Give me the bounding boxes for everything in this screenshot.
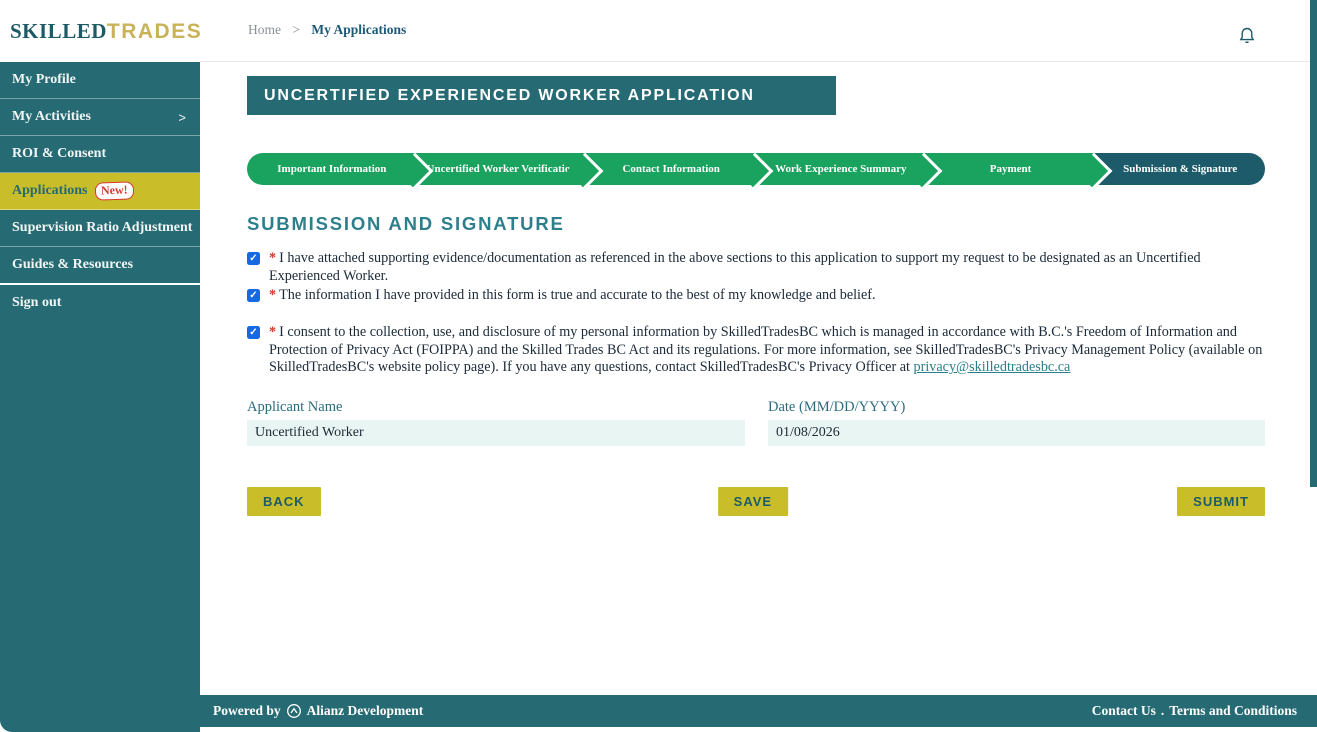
sidebar-item-label: Guides & Resources [12,257,133,273]
sidebar-item-supervision-ratio[interactable]: Supervision Ratio Adjustment [0,210,200,247]
step-important-information[interactable]: Important Information [247,153,417,185]
sidebar-item-label: My Profile [12,72,76,88]
footer-links-separator: . [1161,703,1164,719]
breadcrumb-separator: > [292,22,300,37]
sidebar-item-label: Supervision Ratio Adjustment [12,220,192,236]
consent-checkbox[interactable] [247,326,260,339]
application-title-banner: UNCERTIFIED EXPERIENCED WORKER APPLICATI… [247,76,836,115]
section-title: SUBMISSION AND SIGNATURE [247,213,565,235]
checkbox-row-evidence: *I have attached supporting evidence/doc… [247,250,1265,285]
company-name-text: Alianz Development [307,703,424,719]
notification-bell-icon[interactable] [1237,26,1257,46]
step-label: Work Experience Summary [775,163,906,175]
sidebar-item-roi-consent[interactable]: ROI & Consent [0,136,200,173]
sidebar-item-applications[interactable]: Applications New! [0,173,200,210]
chevron-right-icon: > [178,110,186,125]
step-work-experience-summary[interactable]: Work Experience Summary [756,153,926,185]
step-label: Important Information [277,163,386,175]
checkbox-text: *The information I have provided in this… [269,287,876,305]
brand-logo-primary: SKILLED [10,19,107,43]
application-title: UNCERTIFIED EXPERIENCED WORKER APPLICATI… [264,87,755,105]
checkbox-label-text: I consent to the collection, use, and di… [269,324,1262,375]
sidebar-item-sign-out[interactable]: Sign out [0,283,200,320]
sidebar-item-my-profile[interactable]: My Profile [0,62,200,99]
breadcrumb-home-link[interactable]: Home [248,22,281,37]
date-label: Date (MM/DD/YYYY) [768,399,905,416]
footer-powered-by: Powered by Alianz Development [213,703,423,719]
scrollbar-thumb[interactable] [1310,0,1317,487]
checkbox-row-accuracy: *The information I have provided in this… [247,287,1265,305]
back-button[interactable]: BACK [247,487,321,516]
checkbox-row-consent: *I consent to the collection, use, and d… [247,324,1265,377]
breadcrumb-current: My Applications [311,22,406,37]
save-button[interactable]: SAVE [718,487,788,516]
evidence-checkbox[interactable] [247,252,260,265]
applicant-name-label: Applicant Name [247,399,342,416]
checkbox-label-text: I have attached supporting evidence/docu… [269,250,1201,284]
sidebar-item-label: My Activities [12,109,91,125]
checkbox-text: *I consent to the collection, use, and d… [269,324,1265,377]
sidebar-item-label: ROI & Consent [12,146,106,162]
step-contact-information[interactable]: Contact Information [586,153,756,185]
required-asterisk: * [269,324,276,340]
required-asterisk: * [269,250,276,266]
checkbox-label-text: The information I have provided in this … [279,287,875,303]
step-label: Payment [990,163,1032,175]
brand-logo-secondary: TRADES [107,20,202,43]
step-submission-signature[interactable]: Submission & Signature [1095,153,1265,185]
submit-button[interactable]: SUBMIT [1177,487,1265,516]
top-header: Home > My Applications [200,0,1317,62]
required-asterisk: * [269,287,276,303]
sidebar-item-label: Sign out [12,295,61,311]
checkbox-text: *I have attached supporting evidence/doc… [269,250,1265,285]
powered-by-text: Powered by [213,703,281,719]
step-label: Submission & Signature [1123,163,1237,175]
privacy-email-link[interactable]: privacy@skilledtradesbc.ca [914,359,1071,375]
brand-logo: SKILLEDTRADESBC [0,0,200,62]
accuracy-checkbox[interactable] [247,289,260,302]
sidebar-item-label: Applications [12,183,87,199]
terms-conditions-link[interactable]: Terms and Conditions [1169,703,1297,719]
date-field[interactable]: 01/08/2026 [768,420,1265,446]
sidebar-item-my-activities[interactable]: My Activities > [0,99,200,136]
step-payment[interactable]: Payment [926,153,1096,185]
step-label: Contact Information [622,163,719,175]
step-uncertified-worker-verification[interactable]: Uncertified Worker Verification [417,153,587,185]
contact-us-link[interactable]: Contact Us [1092,703,1156,719]
breadcrumb: Home > My Applications [248,22,406,38]
step-label: Uncertified Worker Verification [427,163,577,175]
sidebar-nav: My Profile My Activities > ROI & Consent… [0,62,200,732]
page-footer: Powered by Alianz Development Contact Us… [200,695,1317,727]
brand-logo-text: SKILLEDTRADESBC [10,19,217,44]
applicant-name-field[interactable]: Uncertified Worker [247,420,745,446]
footer-links: Contact Us . Terms and Conditions [1092,703,1297,719]
sidebar-item-guides-resources[interactable]: Guides & Resources [0,247,200,284]
alianz-logo-icon [286,703,302,719]
progress-steps: Important Information Uncertified Worker… [247,153,1265,185]
main-content: UNCERTIFIED EXPERIENCED WORKER APPLICATI… [200,63,1317,695]
new-badge: New! [95,181,134,200]
